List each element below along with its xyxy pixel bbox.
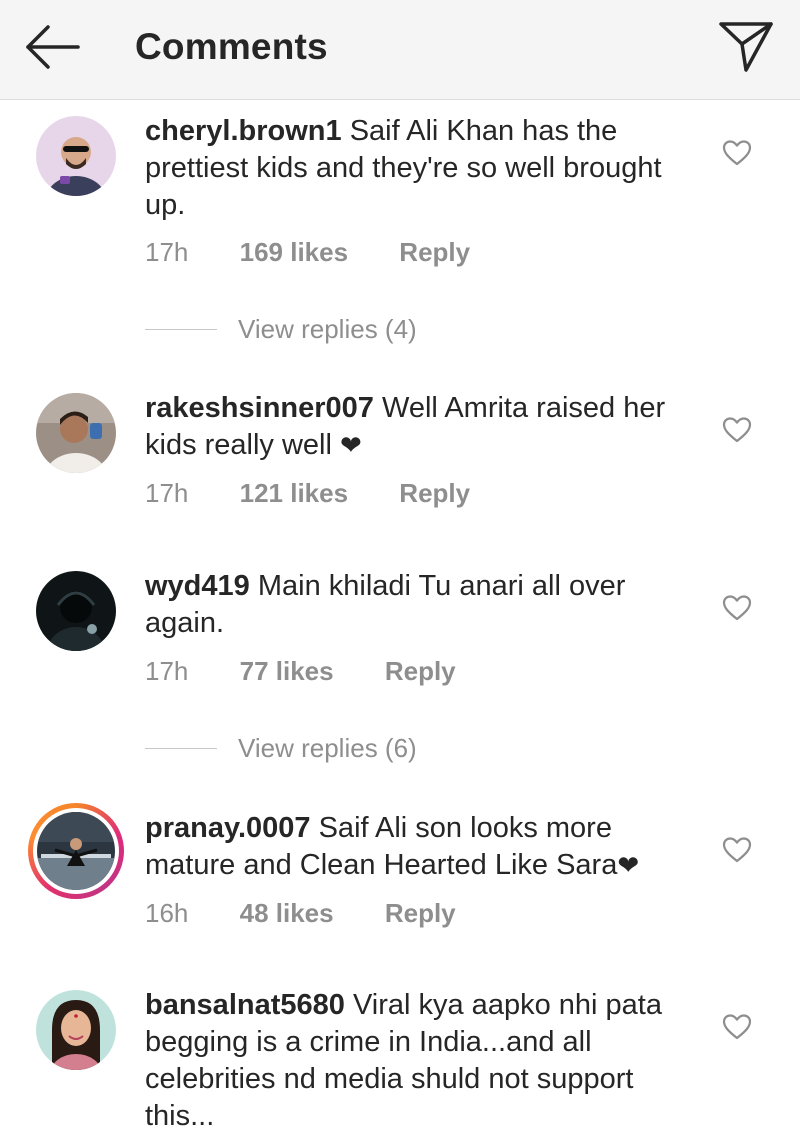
heart-outline-icon: [722, 837, 752, 863]
comment-timestamp: 16h: [145, 898, 189, 928]
like-button[interactable]: [722, 139, 752, 167]
avatar[interactable]: [36, 571, 116, 651]
heart-outline-icon: [722, 1014, 752, 1040]
like-button[interactable]: [722, 594, 752, 622]
comment-username[interactable]: pranay.0007: [145, 812, 311, 844]
like-button[interactable]: [722, 1013, 752, 1041]
avatar[interactable]: [36, 990, 116, 1070]
comment-likes[interactable]: 121 likes: [240, 478, 348, 509]
comment-username[interactable]: wyd419: [145, 570, 250, 602]
avatar[interactable]: [36, 393, 116, 473]
like-button[interactable]: [722, 416, 752, 444]
page-title: Comments: [135, 26, 328, 67]
reply-button[interactable]: Reply: [385, 656, 456, 687]
comment-timestamp: 17h: [145, 237, 189, 267]
arrow-left-icon: [26, 25, 80, 69]
comment-username[interactable]: bansalnat5680: [145, 989, 345, 1021]
like-button[interactable]: [722, 836, 752, 864]
comment-meta: 17h 77 likes Reply: [145, 656, 456, 687]
replies-divider-line: [145, 329, 217, 330]
comment-likes[interactable]: 169 likes: [240, 237, 348, 268]
replies-divider-line: [145, 748, 217, 749]
comment-text: cheryl.brown1 Saif Ali Khan has the pret…: [145, 113, 705, 224]
heart-emoji: ❤: [617, 850, 640, 880]
heart-outline-icon: [722, 417, 752, 443]
comment-meta: 17h 169 likes Reply: [145, 237, 470, 268]
comment-meta: 16h 48 likes Reply: [145, 898, 456, 929]
reply-button[interactable]: Reply: [385, 898, 456, 929]
back-button[interactable]: [22, 22, 84, 72]
reply-button[interactable]: Reply: [399, 478, 470, 509]
comment-timestamp: 17h: [145, 478, 189, 508]
comment-likes[interactable]: 77 likes: [240, 656, 334, 687]
paper-plane-icon: [719, 22, 773, 72]
comment-timestamp: 17h: [145, 656, 189, 686]
heart-outline-icon: [722, 140, 752, 166]
comment-username[interactable]: cheryl.brown1: [145, 115, 342, 147]
heart-outline-icon: [722, 595, 752, 621]
comment-text: bansalnat5680 Viral kya aapko nhi pata b…: [145, 987, 705, 1135]
view-replies-label: View replies (6): [238, 733, 417, 763]
view-replies-label: View replies (4): [238, 314, 417, 344]
reply-button[interactable]: Reply: [399, 237, 470, 268]
comment-text: wyd419 Main khiladi Tu anari all over ag…: [145, 568, 705, 642]
heart-emoji: ❤: [340, 430, 362, 460]
direct-message-button[interactable]: [716, 18, 776, 76]
avatar-inner: [33, 808, 119, 894]
top-bar: Comments: [0, 0, 800, 100]
comment-text: rakeshsinner007 Well Amrita raised her k…: [145, 390, 705, 464]
comment-meta: 17h 121 likes Reply: [145, 478, 470, 509]
comment-likes[interactable]: 48 likes: [240, 898, 334, 929]
comment-text: pranay.0007 Saif Ali son looks more matu…: [145, 810, 705, 884]
avatar[interactable]: [36, 116, 116, 196]
avatar-with-story-ring[interactable]: [28, 803, 124, 899]
comment-username[interactable]: rakeshsinner007: [145, 392, 374, 424]
